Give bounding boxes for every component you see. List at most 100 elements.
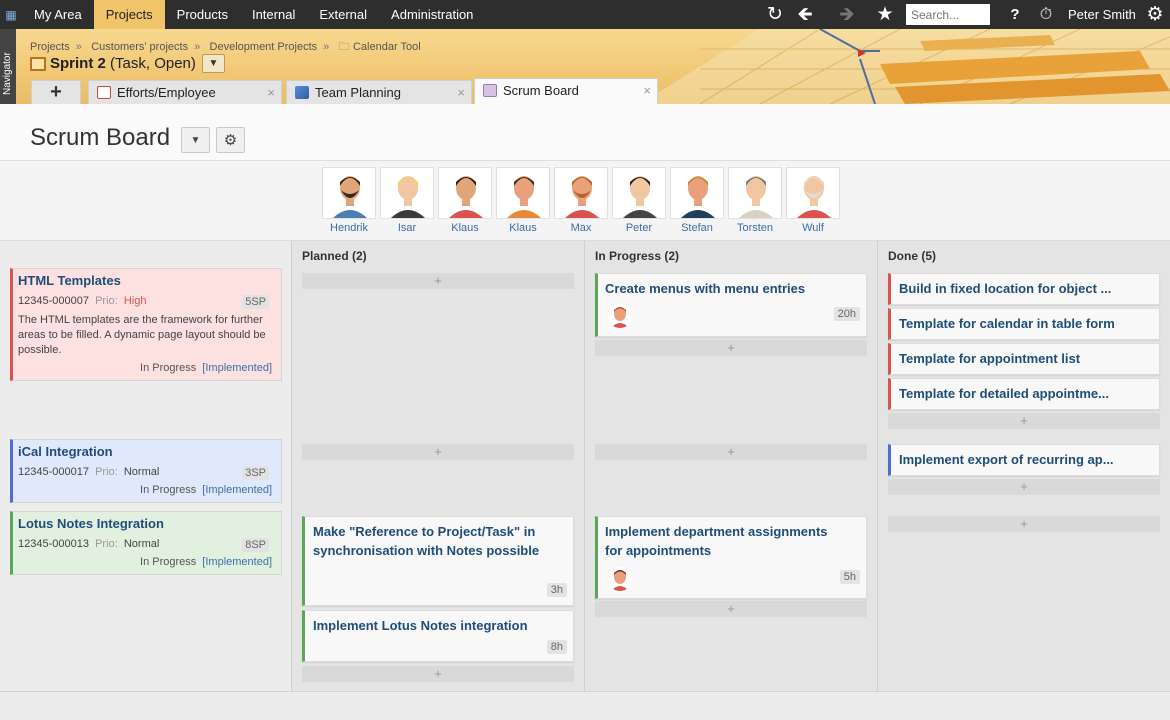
story-id: 12345-000013 (18, 538, 89, 550)
nav-administration[interactable]: Administration (379, 0, 485, 29)
back-arrow-icon[interactable]: 🡸 (790, 0, 820, 29)
task-title[interactable]: Template for calendar in table form (899, 314, 1115, 333)
add-task-button[interactable]: + (888, 516, 1160, 532)
close-tab-icon[interactable]: × (643, 79, 651, 102)
member-name: Isar (397, 222, 417, 234)
task-title[interactable]: Implement export of recurring ap... (899, 450, 1114, 469)
favorites-star-icon[interactable]: ★ (870, 0, 900, 29)
timer-icon[interactable]: ⏱ (1031, 0, 1061, 29)
board-settings-gear-icon[interactable]: ⚙ (216, 127, 245, 153)
avatar (786, 167, 840, 219)
avatar (496, 167, 550, 219)
story-priority: Normal (123, 466, 160, 478)
breadcrumb-customers-projects[interactable]: Customers' projects (91, 41, 188, 53)
task-card-done[interactable]: Build in fixed location for object ... (888, 273, 1160, 305)
planned-column-title: Planned (2) (302, 249, 367, 263)
task-title[interactable]: Implement Lotus Notes integration (313, 616, 528, 635)
task-title[interactable]: Implement department assignments for app… (605, 522, 845, 560)
nav-internal[interactable]: Internal (240, 0, 307, 29)
breadcrumb-calendar-tool[interactable]: Calendar Tool (353, 41, 421, 53)
team-member-klaus[interactable]: Klaus (496, 167, 550, 237)
story-card-html-templates[interactable]: HTML Templates 12345-000007 Prio: High 5… (10, 268, 282, 381)
forward-arrow-icon[interactable]: 🡺 (832, 0, 862, 29)
done-column-title: Done (5) (888, 249, 936, 263)
tab-efforts-employee[interactable]: Efforts/Employee × (88, 80, 282, 104)
status-link[interactable]: [Implemented] (202, 484, 272, 496)
story-meta: 12345-000007 Prio: High (18, 295, 146, 307)
close-tab-icon[interactable]: × (267, 81, 275, 104)
nav-my-area[interactable]: My Area (22, 0, 94, 29)
add-task-button[interactable]: + (302, 444, 574, 460)
story-card-ical-integration[interactable]: iCal Integration 12345-000017 Prio: Norm… (10, 439, 282, 503)
assignee-avatar (608, 304, 632, 328)
object-name: Sprint 2 (50, 55, 106, 72)
task-card-department-assignments[interactable]: Implement department assignments for app… (595, 516, 867, 599)
breadcrumb-development-projects[interactable]: Development Projects (210, 41, 318, 53)
team-member-hendrik[interactable]: Hendrik (322, 167, 376, 237)
status-text: In Progress (140, 484, 197, 496)
team-member-stefan[interactable]: Stefan (670, 167, 724, 237)
task-card-lotus-notes-integration[interactable]: Implement Lotus Notes integration 8h (302, 610, 574, 662)
task-card-done[interactable]: Template for appointment list (888, 343, 1160, 375)
team-member-torsten[interactable]: Torsten (728, 167, 782, 237)
team-member-wulf[interactable]: Wulf (786, 167, 840, 237)
add-task-button[interactable]: + (302, 273, 574, 289)
task-card-done[interactable]: Implement export of recurring ap... (888, 444, 1160, 476)
refresh-icon[interactable]: ↻ (760, 0, 790, 29)
nav-external[interactable]: External (307, 0, 379, 29)
tab-scrum-board[interactable]: Scrum Board × (474, 78, 658, 104)
task-title[interactable]: Template for appointment list (899, 349, 1080, 368)
object-menu-dropdown[interactable]: ▼ (202, 54, 225, 73)
task-card-done[interactable]: Template for calendar in table form (888, 308, 1160, 340)
view-dropdown-button[interactable]: ▼ (181, 127, 210, 153)
task-card-done[interactable]: Template for detailed appointme... (888, 378, 1160, 410)
add-tab-button[interactable]: + (31, 80, 81, 104)
task-card-create-menus[interactable]: Create menus with menu entries 20h (595, 273, 867, 337)
story-description: The HTML templates are the framework for… (18, 314, 266, 356)
task-title[interactable]: Build in fixed location for object ... (899, 279, 1111, 298)
settings-gear-icon[interactable]: ⚙ (1140, 0, 1170, 29)
task-title[interactable]: Template for detailed appointme... (899, 384, 1109, 403)
add-task-button[interactable]: + (595, 340, 867, 356)
member-name: Max (570, 222, 592, 234)
status-link[interactable]: [Implemented] (202, 362, 272, 374)
navigator-toggle[interactable]: Navigator (0, 29, 16, 104)
app-menu-icon[interactable]: ▦ (0, 0, 22, 29)
nav-products[interactable]: Products (165, 0, 240, 29)
task-title[interactable]: Make "Reference to Project/Task" in sync… (313, 522, 553, 560)
task-card-reference-to-project[interactable]: Make "Reference to Project/Task" in sync… (302, 516, 574, 606)
story-points-badge: 3SP (242, 466, 269, 480)
search-input[interactable] (906, 4, 990, 25)
nav-projects[interactable]: Projects (93, 0, 165, 29)
add-task-button[interactable]: + (888, 413, 1160, 429)
story-priority: High (123, 295, 147, 307)
story-status: In Progress [Implemented] (140, 484, 272, 496)
team-member-peter[interactable]: Peter (612, 167, 666, 237)
team-member-isar[interactable]: Isar (380, 167, 434, 237)
story-card-lotus-notes-integration[interactable]: Lotus Notes Integration 12345-000013 Pri… (10, 511, 282, 575)
story-points-badge: 8SP (242, 538, 269, 552)
add-task-button[interactable]: + (595, 444, 867, 460)
add-task-button[interactable]: + (595, 601, 867, 617)
status-link[interactable]: [Implemented] (202, 556, 272, 568)
story-title[interactable]: iCal Integration (18, 444, 113, 459)
team-member-max[interactable]: Max (554, 167, 608, 237)
add-task-button[interactable]: + (888, 479, 1160, 495)
user-name[interactable]: Peter Smith (1068, 7, 1136, 22)
estimate-badge: 20h (833, 307, 860, 321)
tab-label: Team Planning (315, 85, 401, 100)
title-bar (0, 104, 1170, 161)
task-title[interactable]: Create menus with menu entries (605, 279, 805, 298)
add-task-button[interactable]: + (302, 666, 574, 682)
team-member-klaus[interactable]: Klaus (438, 167, 492, 237)
status-text: In Progress (140, 556, 197, 568)
help-icon[interactable]: ? (1000, 0, 1030, 29)
story-title[interactable]: HTML Templates (18, 273, 121, 288)
breadcrumb-projects[interactable]: Projects (30, 41, 70, 53)
top-navigation-bar: ▦ My Area Projects Products Internal Ext… (0, 0, 1170, 29)
tab-team-planning[interactable]: Team Planning × (286, 80, 472, 104)
story-title[interactable]: Lotus Notes Integration (18, 516, 164, 531)
avatar (670, 167, 724, 219)
close-tab-icon[interactable]: × (457, 81, 465, 104)
member-name: Wulf (802, 222, 824, 234)
